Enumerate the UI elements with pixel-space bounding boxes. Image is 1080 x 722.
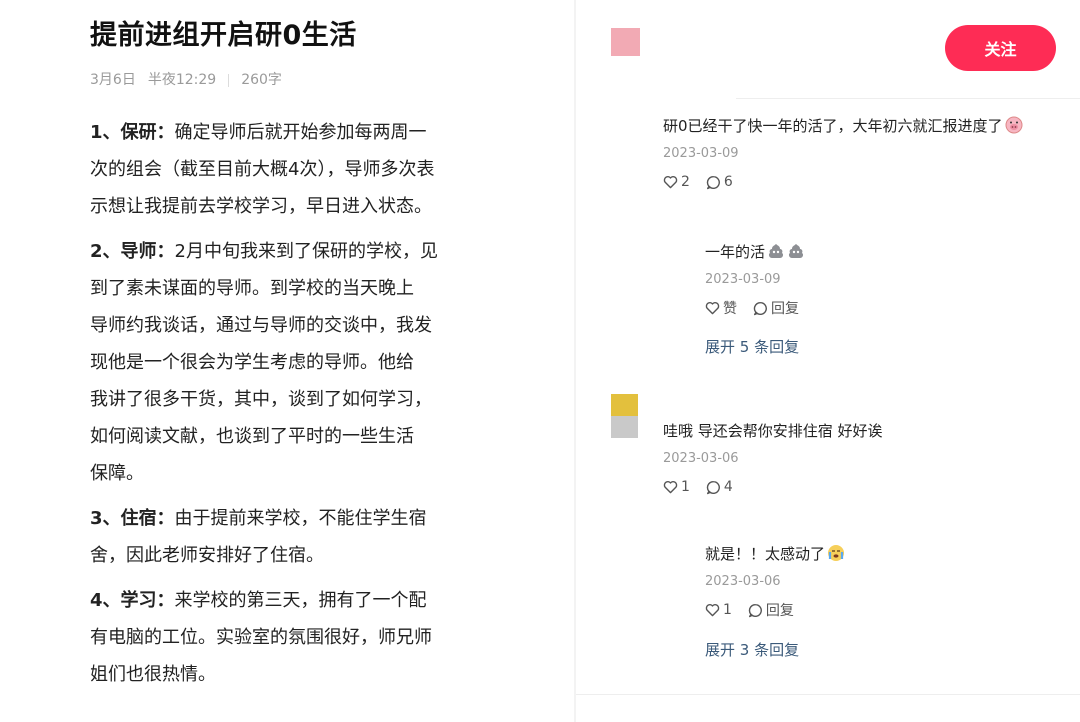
comment-text-row: 研0已经干了快一年的活了，大年初六就汇报进度了 (663, 115, 1023, 137)
comments-panel: 关注 研0已经干了快一年的活了，大年初六就汇报进度了 2023-03-09 2 … (576, 0, 1080, 722)
article-paragraph: 2、导师：2月中旬我来到了保研的学校，见 到了素未谋面的导师。到学校的当天晚上 … (90, 233, 490, 492)
comment-date: 2023-03-06 (705, 574, 781, 589)
comment-actions: 2 6 (663, 173, 1023, 191)
like-count: 1 (681, 479, 690, 495)
comment-actions: 赞 回复 (705, 299, 815, 317)
author-avatar[interactable] (611, 28, 640, 56)
pig-emoji-icon (1005, 116, 1023, 134)
paragraph-heading: 4、学习： (90, 590, 175, 611)
comment-bubble-icon (748, 603, 762, 617)
reply-label: 回复 (765, 603, 794, 619)
article-paragraph: 4、学习：来学校的第三天，拥有了一个配 有电脑的工位。实验室的氛围很好，师兄师 … (90, 582, 490, 693)
comment-bubble-icon (706, 175, 720, 189)
comment: 哇哦 导还会帮你安排住宿 好好诶 2023-03-06 1 4 (663, 420, 883, 496)
paragraph-line: 姐们也很热情。 (90, 664, 216, 685)
expand-replies-link[interactable]: 展开 3 条回复 (705, 639, 799, 661)
paragraph-heading: 3、住宿： (90, 508, 175, 529)
comment-date: 2023-03-09 (663, 146, 739, 161)
comment-text: 就是！！太感动了 (705, 545, 826, 563)
paragraph-line: 确定导师后就开始参加每两周一 (174, 122, 427, 143)
paragraph-line: 导师约我谈话，通过与导师的交谈中，我发 (90, 315, 432, 336)
paragraph-line: 如何阅读文献，也谈到了平时的一些生活 (90, 426, 414, 447)
article-time: 半夜12:29 (147, 72, 217, 88)
article-meta: 3月6日 半夜12:29 260字 (90, 70, 574, 90)
commenter-avatar[interactable] (611, 394, 638, 438)
like-button[interactable]: 1 (705, 602, 732, 618)
expand-replies-link[interactable]: 展开 5 条回复 (705, 336, 799, 358)
comment-text: 研0已经干了快一年的活了，大年初六就汇报进度了 (663, 117, 1003, 135)
comment-text: 一年的活 (705, 243, 766, 261)
paragraph-line: 有电脑的工位。实验室的氛围很好，师兄师 (90, 627, 432, 648)
paragraph-line: 到了素未谋面的导师。到学校的当天晚上 (90, 278, 414, 299)
article-body: 1、保研：确定导师后就开始参加每两周一 次的组会（截至目前大概4次），导师多次表… (90, 114, 490, 693)
reply-button[interactable]: 6 (706, 174, 733, 190)
heart-icon (663, 176, 678, 189)
comment-text-row: 一年的活 (705, 241, 815, 263)
comment-date: 2023-03-06 (663, 451, 739, 466)
like-button[interactable]: 1 (663, 479, 690, 495)
reply-button[interactable]: 回复 (748, 600, 794, 620)
article-panel: 提前进组开启研0生活 3月6日 半夜12:29 260字 1、保研：确定导师后就… (0, 0, 574, 722)
article-title: 提前进组开启研0生活 (90, 20, 357, 51)
paragraph-line: 来学校的第三天，拥有了一个配 (174, 590, 427, 611)
reply-count: 6 (723, 174, 733, 190)
comment-reply: 就是！！太感动了 2023-03-06 1 回复 (705, 543, 845, 619)
like-button[interactable]: 赞 (705, 298, 737, 318)
paragraph-heading: 2、导师： (90, 241, 175, 262)
comment-text: 哇哦 导还会帮你安排住宿 好好诶 (663, 422, 883, 440)
like-label: 赞 (723, 301, 737, 317)
article-paragraph: 1、保研：确定导师后就开始参加每两周一 次的组会（截至目前大概4次），导师多次表… (90, 114, 490, 225)
paragraph-line: 示想让我提前去学校学习，早日进入状态。 (90, 196, 432, 217)
footer-divider (576, 694, 1080, 695)
heart-icon (663, 481, 678, 494)
reply-button[interactable]: 回复 (753, 298, 799, 318)
article-paragraph: 3、住宿：由于提前来学校，不能住学生宿 舍，因此老师安排好了住宿。 (90, 500, 490, 574)
article-word-count: 260字 (241, 72, 282, 88)
meta-divider (228, 73, 230, 87)
paragraph-line: 由于提前来学校，不能住学生宿 (174, 508, 427, 529)
comment-bubble-icon (706, 480, 720, 494)
paragraph-line: 舍，因此老师安排好了住宿。 (90, 545, 324, 566)
reply-label: 回复 (771, 301, 799, 317)
paragraph-line: 次的组会（截至目前大概4次），导师多次表 (90, 159, 435, 180)
paragraph-line: 保障。 (90, 463, 144, 484)
comment-bubble-icon (753, 301, 767, 315)
paragraph-line: 2月中旬我来到了保研的学校，见 (174, 241, 438, 262)
comment-reply: 一年的活 2023-03-09 赞 回复 (705, 241, 815, 317)
comment-text-row: 就是！！太感动了 (705, 543, 845, 565)
reply-count: 4 (723, 479, 733, 495)
paragraph-heading: 1、保研： (90, 122, 175, 143)
reply-button[interactable]: 4 (706, 479, 733, 495)
article-date: 3月6日 (90, 72, 136, 88)
like-count: 2 (681, 174, 690, 190)
paragraph-line: 我讲了很多干货，其中，谈到了如何学习， (90, 389, 432, 410)
like-count: 1 (723, 602, 732, 618)
cry-emoji-icon (828, 545, 845, 561)
like-button[interactable]: 2 (663, 174, 690, 190)
heart-icon (705, 604, 720, 617)
comment-date: 2023-03-09 (705, 272, 781, 287)
heart-icon (705, 302, 720, 315)
paragraph-line: 现他是一个很会为学生考虑的导师。他给 (90, 352, 414, 373)
comment-actions: 1 回复 (705, 601, 845, 619)
follow-button[interactable]: 关注 (945, 25, 1056, 71)
comment: 研0已经干了快一年的活了，大年初六就汇报进度了 2023-03-09 2 6 (663, 115, 1023, 191)
header-divider (736, 98, 1080, 99)
comment-actions: 1 4 (663, 478, 883, 496)
poop-emoji-icon (768, 244, 784, 258)
poop-emoji-icon (788, 244, 804, 258)
